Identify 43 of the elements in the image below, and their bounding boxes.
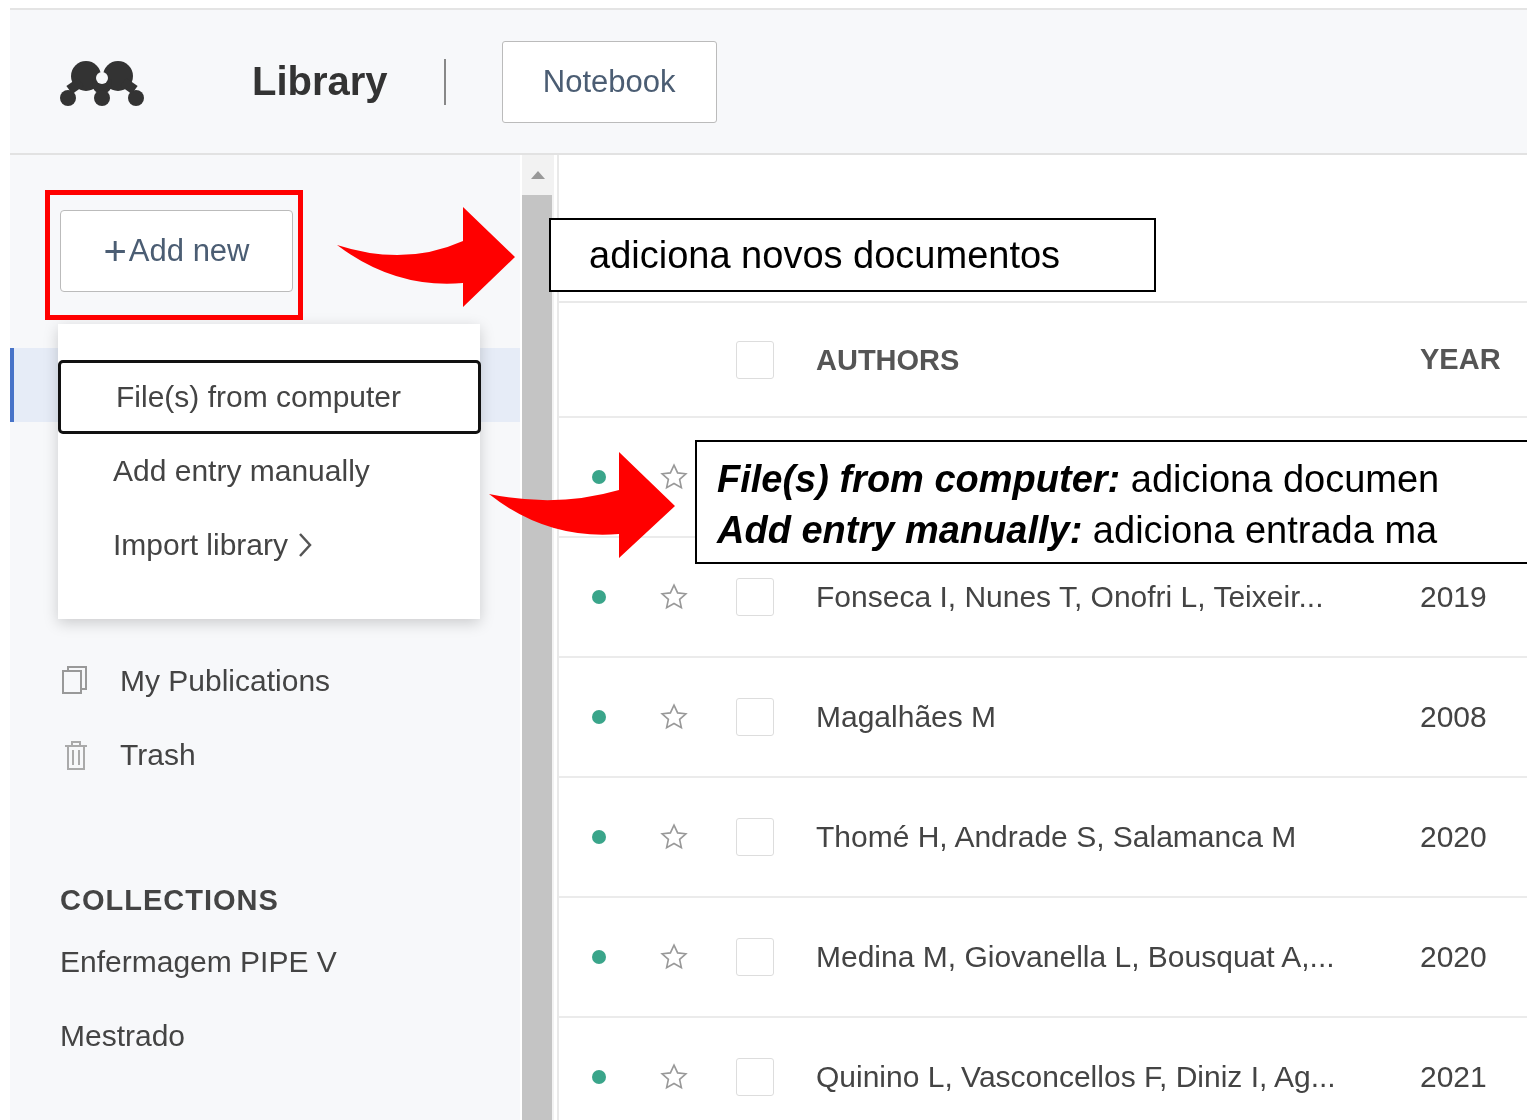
authors-cell: Magalhães M: [816, 700, 997, 733]
star-icon[interactable]: [659, 702, 689, 732]
chevron-right-icon: [298, 532, 313, 558]
legend-line: File(s) from computer: adiciona documen: [717, 458, 1440, 500]
star-icon[interactable]: [659, 582, 689, 612]
legend-line: Add entry manually: adiciona entrada ma: [717, 509, 1438, 551]
arrow-icon: [335, 205, 517, 307]
annotation-callout: adiciona novos documentos: [549, 218, 1156, 292]
collection-item[interactable]: Enfermagem PIPE V: [60, 945, 520, 991]
scrollbar[interactable]: [522, 155, 554, 1120]
star-icon[interactable]: [659, 1062, 689, 1092]
row-checkbox[interactable]: [736, 1058, 774, 1096]
star-icon[interactable]: [659, 942, 689, 972]
notebook-tab[interactable]: Notebook: [501, 40, 717, 123]
menu-item[interactable]: Import library: [58, 508, 480, 582]
collection-item[interactable]: Mestrado: [60, 1019, 520, 1065]
authors-cell: Thomé H, Andrade S, Salamanca M: [816, 820, 1297, 853]
star-icon[interactable]: [659, 462, 689, 492]
authors-cell: Fonseca I, Nunes T, Onofri L, Teixeir...: [816, 580, 1324, 613]
year-cell: 2008: [1420, 700, 1487, 734]
nav-item[interactable]: Trash: [120, 738, 196, 772]
authors-cell: Quinino L, Vasconcellos F, Diniz I, Ag...: [816, 1060, 1336, 1093]
row-checkbox[interactable]: [736, 578, 774, 616]
column-header[interactable]: YEAR: [1420, 343, 1501, 376]
collections-heading: COLLECTIONS: [60, 884, 280, 917]
column-header[interactable]: AUTHORS: [816, 343, 960, 376]
year-cell: 2021: [1420, 1060, 1487, 1094]
nav-item[interactable]: My Publications: [120, 664, 331, 698]
year-cell: 2020: [1420, 940, 1487, 974]
row-checkbox[interactable]: [736, 938, 774, 976]
year-cell: 2020: [1420, 820, 1487, 854]
add-new-button[interactable]: +Add new: [60, 210, 293, 292]
authors-cell: Medina M, Giovanella L, Bousquat A,...: [816, 940, 1335, 973]
page-title: Library: [252, 59, 388, 104]
scroll-up-arrow-icon[interactable]: [531, 171, 545, 179]
year-cell: 2019: [1420, 580, 1487, 614]
menu-item[interactable]: File(s) from computer: [58, 360, 481, 434]
row-checkbox[interactable]: [736, 818, 774, 856]
arrow-icon: [487, 450, 677, 560]
menu-item[interactable]: Add entry manually: [58, 434, 480, 508]
star-icon[interactable]: [659, 822, 689, 852]
select-all-checkbox[interactable]: [736, 340, 774, 379]
row-checkbox[interactable]: [736, 698, 774, 736]
